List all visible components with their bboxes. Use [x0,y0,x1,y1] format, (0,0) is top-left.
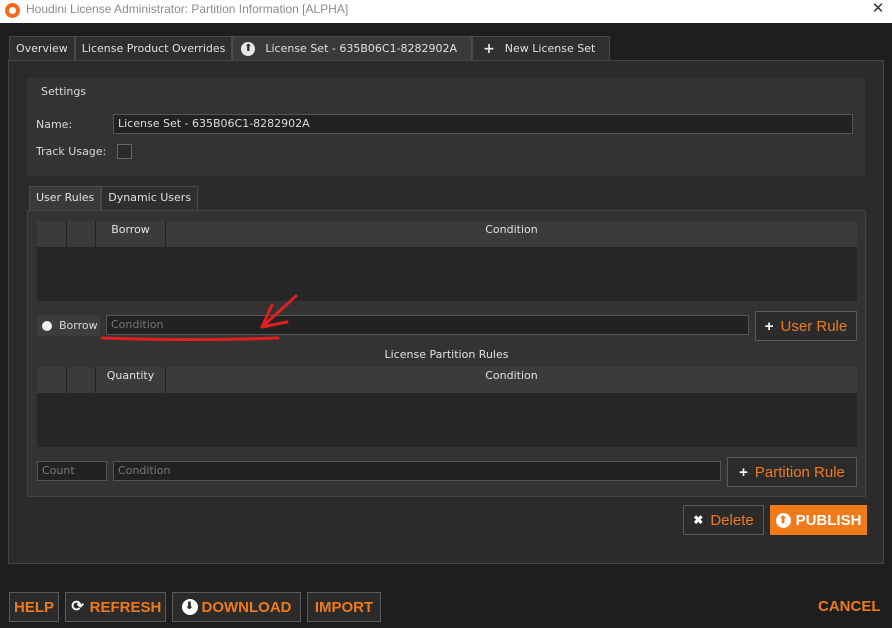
column-header[interactable] [67,367,96,393]
upload-icon: ⬆ [241,41,256,56]
radio-dot-icon [42,320,52,331]
column-header[interactable] [67,221,96,247]
cancel-button[interactable]: CANCEL [818,598,881,615]
publish-label: PUBLISH [795,511,862,529]
partition-rules-title: License Partition Rules [384,348,509,361]
title-bar: Houdini License Administrator: Partition… [0,0,892,23]
column-header-condition[interactable]: Condition [166,221,857,247]
add-partition-rule-label: Partition Rule [754,463,845,481]
column-header-condition[interactable]: Condition [166,367,857,393]
refresh-button[interactable]: ⟳ REFRESH [65,592,166,622]
add-partition-rule-button[interactable]: + Partition Rule [727,457,857,487]
download-icon: ⬇ [181,599,198,615]
close-icon: ✖ [693,513,704,527]
tab-user-rules[interactable]: User Rules [29,186,102,210]
add-user-rule-button[interactable]: + User Rule [755,311,857,341]
refresh-icon: ⟳ [71,598,84,615]
publish-button[interactable]: ⬆ PUBLISH [770,505,867,535]
download-label: DOWNLOAD [201,598,292,616]
borrow-label: Borrow [59,319,98,332]
upload-icon: ⬆ [775,512,791,528]
column-header-quantity[interactable]: Quantity [96,367,166,393]
download-button[interactable]: ⬇ DOWNLOAD [172,592,301,622]
tab-license-product-overrides[interactable]: License Product Overrides [74,36,233,60]
rules-tabs: User Rules Dynamic Users [29,186,199,210]
count-input[interactable]: Count [37,461,107,481]
track-usage-checkbox[interactable] [117,144,132,159]
import-label: IMPORT [314,598,374,616]
name-label: Name: [36,118,73,131]
settings-title: Settings [41,85,87,98]
window-title: Houdini License Administrator: Partition… [26,2,349,16]
tab-license-set[interactable]: ⬆ License Set - 635B06C1-8282902A [232,36,473,60]
tab-label: New License Set [504,41,596,55]
houdini-logo-icon [5,3,20,18]
partition-rule-condition-input[interactable]: Condition [113,461,721,481]
borrow-radio[interactable]: Borrow [37,315,100,336]
add-user-rule-label: User Rule [780,317,848,335]
user-rule-condition-input[interactable]: Condition [106,315,749,335]
user-rules-table: Borrow Condition [37,221,857,303]
column-header[interactable] [37,221,67,247]
tab-label: License Product Overrides [81,41,226,55]
track-usage-label: Track Usage: [36,145,107,158]
column-header-borrow[interactable]: Borrow [96,221,166,247]
tab-label: Overview [16,41,68,55]
plus-icon: + [483,40,495,57]
help-button[interactable]: HELP [9,592,59,622]
import-button[interactable]: IMPORT [307,592,381,622]
plus-icon: + [764,317,774,335]
name-field[interactable]: License Set - 635B06C1-8282902A [113,114,853,134]
tab-overview[interactable]: Overview [9,36,75,60]
table-body [37,393,857,447]
table-header: Quantity Condition [37,367,857,393]
partition-rules-table: Quantity Condition [37,367,857,449]
delete-label: Delete [710,511,754,529]
close-icon[interactable]: ✕ [868,0,888,18]
tab-label: License Set - 635B06C1-8282902A [265,41,458,55]
delete-button[interactable]: ✖ Delete [683,505,764,535]
tab-dynamic-users[interactable]: Dynamic Users [101,186,199,210]
main-tabs: Overview License Product Overrides ⬆ Lic… [9,36,611,60]
table-header: Borrow Condition [37,221,857,247]
tab-new-license-set[interactable]: + New License Set [472,36,611,60]
plus-icon: + [739,463,748,481]
column-header[interactable] [37,367,67,393]
refresh-label: REFRESH [89,598,162,616]
help-label: HELP [13,598,54,616]
table-body [37,247,857,301]
